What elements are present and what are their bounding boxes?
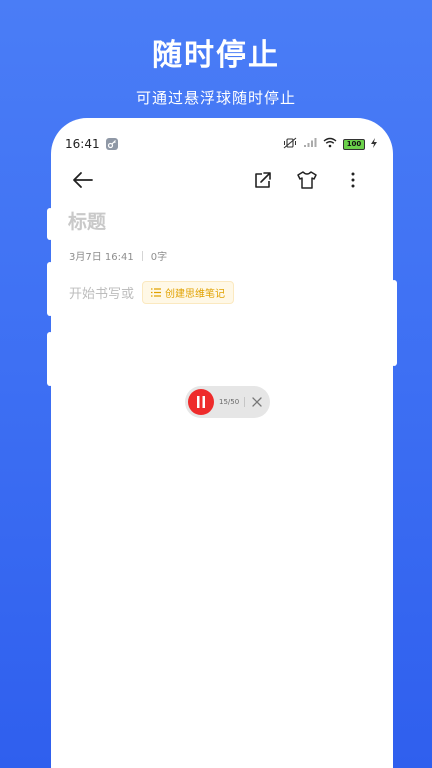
more-button[interactable] — [339, 166, 367, 194]
pause-record-button[interactable] — [188, 389, 214, 415]
create-mindmap-button[interactable]: 创建思维笔记 — [142, 281, 235, 304]
charging-icon — [371, 137, 377, 151]
note-body-field[interactable]: 开始书写或 — [69, 283, 134, 302]
promo-title: 随时停止 — [152, 38, 280, 73]
promo-subtitle: 可通过悬浮球随时停止 — [135, 89, 296, 107]
note-body-row: 开始书写或 创建思维笔记 — [69, 281, 235, 304]
close-icon — [252, 397, 262, 407]
recorder-divider — [244, 397, 246, 407]
mute-vibrate-icon — [283, 137, 297, 152]
record-progress: 15/50 — [219, 398, 240, 406]
share-icon — [255, 172, 271, 188]
phone-screen: 16:41 100 标题 3月7日 16:41 0字 开始书写或 创建思维笔记 … — [51, 118, 393, 768]
note-date: 3月7日 16:41 — [69, 252, 134, 263]
battery-icon: 100 — [343, 138, 365, 150]
editor-toolbar — [69, 166, 371, 194]
pause-icon — [197, 396, 205, 408]
signal-icon — [303, 137, 317, 151]
wifi-icon — [323, 137, 337, 151]
theme-shirt-icon — [297, 171, 317, 189]
key-icon — [105, 138, 118, 150]
status-time: 16:41 — [65, 137, 100, 151]
note-title-field[interactable]: 标题 — [68, 207, 106, 234]
back-button[interactable] — [69, 166, 97, 194]
create-mindmap-label: 创建思维笔记 — [165, 289, 226, 300]
promo-screen: 随时停止 可通过悬浮球随时停止 16:41 100 标题 3月7日 16:41 … — [0, 0, 432, 768]
note-word-count: 0字 — [150, 252, 168, 263]
status-bar: 16:41 100 — [65, 136, 377, 152]
close-recorder-button[interactable] — [251, 396, 263, 408]
note-meta: 3月7日 16:41 0字 — [69, 248, 167, 263]
back-arrow-icon — [73, 172, 93, 188]
list-icon — [151, 288, 162, 297]
theme-button[interactable] — [293, 166, 321, 194]
meta-divider — [141, 250, 143, 261]
floating-recorder[interactable]: 15/50 — [185, 386, 270, 418]
share-button[interactable] — [249, 166, 277, 194]
more-vertical-icon — [351, 172, 355, 188]
